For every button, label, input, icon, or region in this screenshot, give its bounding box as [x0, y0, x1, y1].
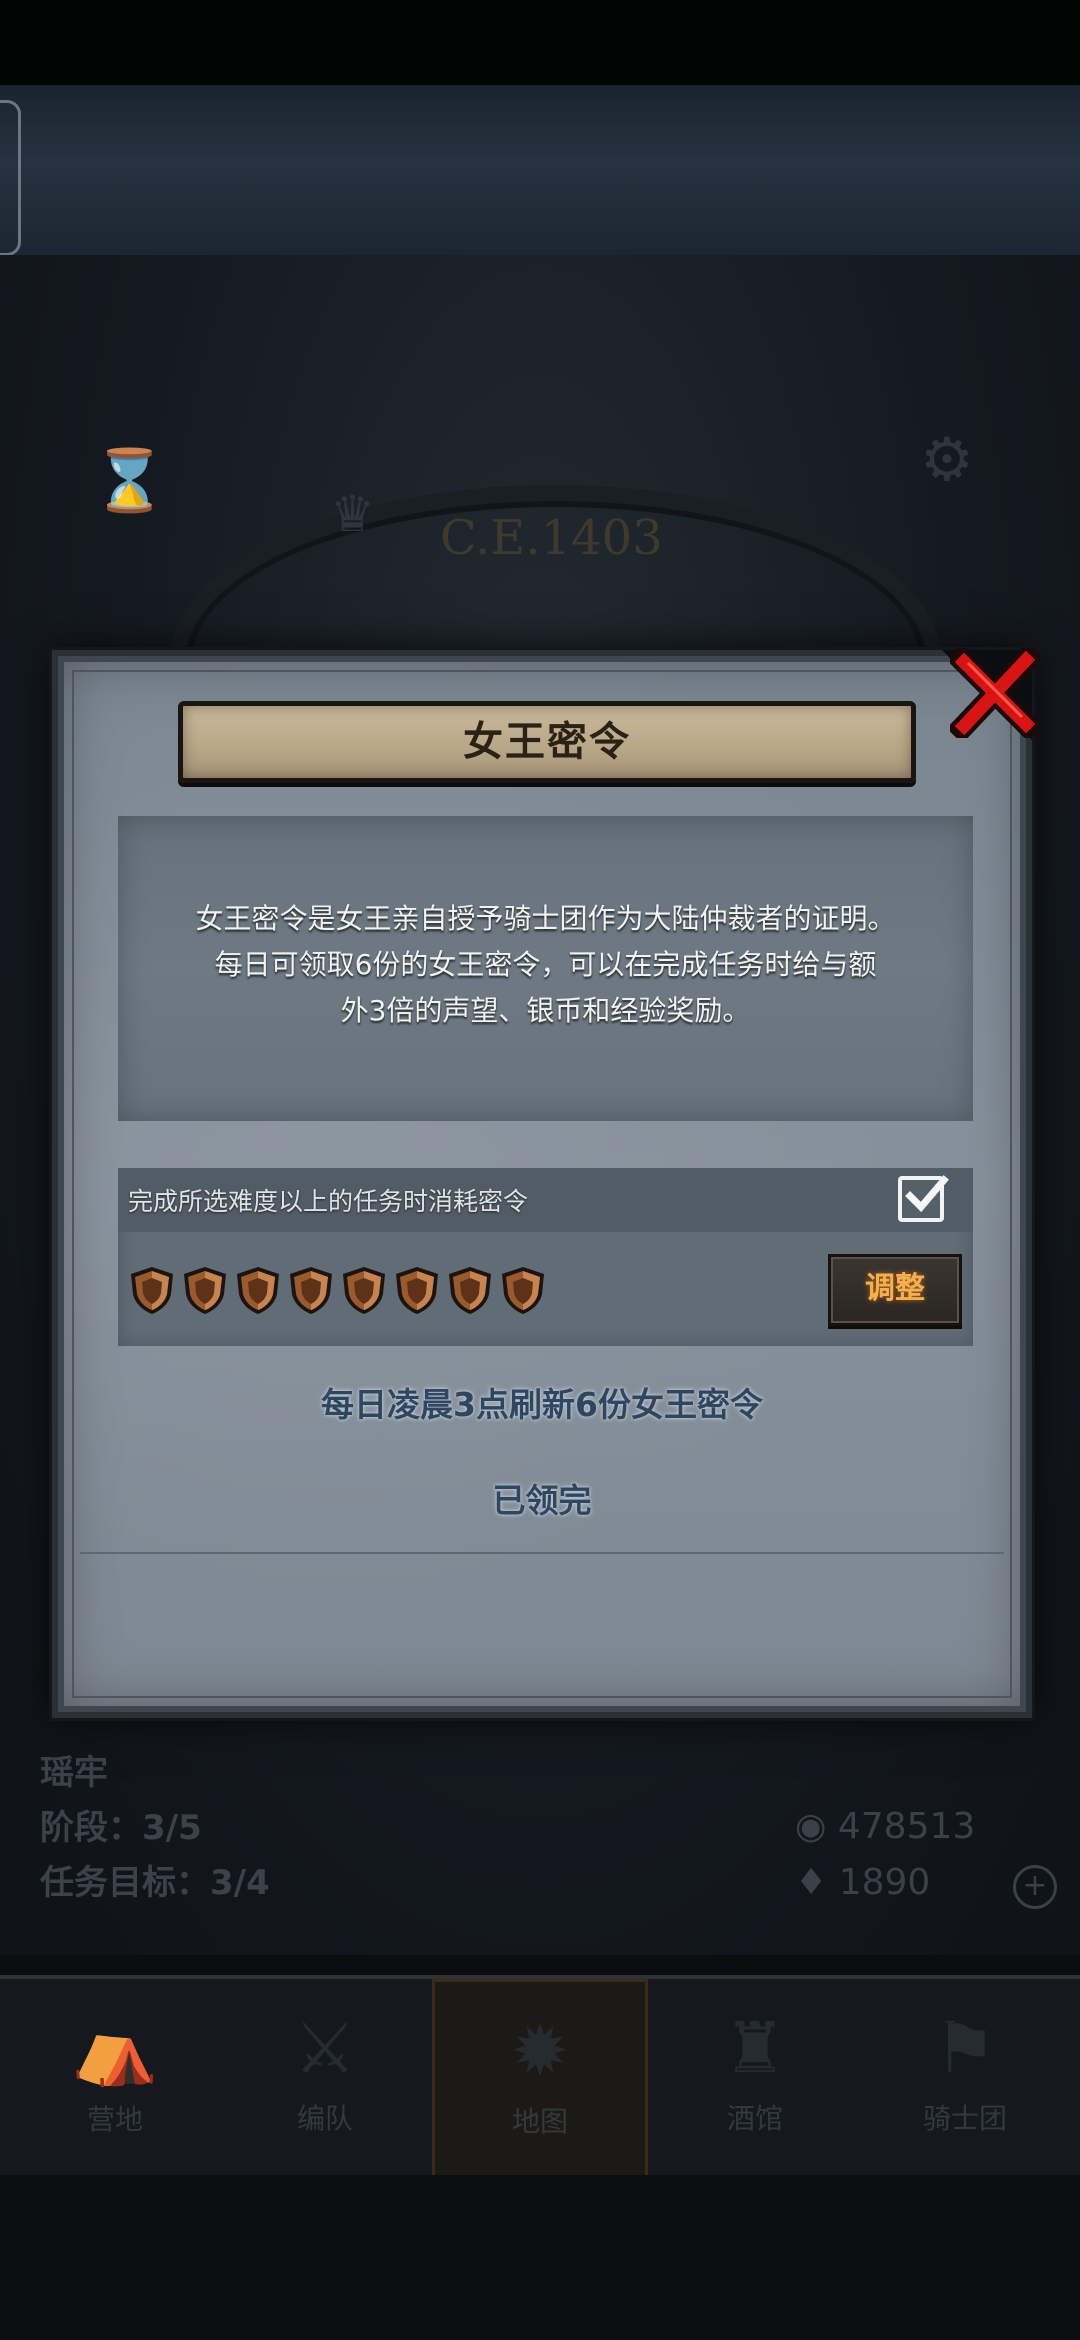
token-shields	[126, 1264, 549, 1316]
silver-value: 478513	[837, 1806, 976, 1847]
status-bar-area	[0, 0, 1080, 85]
gear-icon: ⚙	[920, 425, 974, 495]
bottom-nav: ⛺ 营地 ⚔ 编队 ✹ 地图 ♜ 酒馆 ⚑ 骑士团	[0, 1975, 1080, 2179]
claim-status: 已领完	[492, 1481, 592, 1520]
option-label: 完成所选难度以上的任务时消耗密令	[128, 1187, 529, 1216]
shield-icon	[343, 1267, 385, 1314]
silver-amount: ◉ 478513	[795, 1806, 976, 1847]
token-option-panel: 完成所选难度以上的任务时消耗密令 调整	[118, 1168, 973, 1346]
description-line: 每日可领取6份的女王密令，可以在完成任务时给与额	[214, 948, 877, 981]
description-line: 女王密令是女王亲自授予骑士团作为大陆仲裁者的证明。	[195, 902, 896, 935]
compass-icon: ✹	[510, 2010, 570, 2092]
gem-value: 1890	[838, 1862, 931, 1903]
nav-order[interactable]: ⚑ 骑士团	[865, 1979, 1065, 2179]
shield-icon	[184, 1267, 226, 1314]
dialog-title: 女王密令	[463, 719, 631, 765]
nav-map[interactable]: ✹ 地图	[432, 1979, 648, 2179]
side-handle	[0, 100, 21, 256]
dialog-title-plate: 女王密令	[178, 701, 916, 783]
shield-icon	[290, 1267, 332, 1314]
divider	[80, 1552, 1004, 1554]
shield-icon	[131, 1267, 173, 1314]
consume-token-checkbox[interactable]	[898, 1175, 949, 1222]
nav-label: 地图	[511, 2105, 568, 2138]
nav-label: 骑士团	[922, 2102, 1007, 2135]
gem-amount: ♦ 1890	[795, 1862, 931, 1903]
queen-order-dialog: 女王密令 女王密令是女王亲自授予骑士团作为大陆仲裁者的证明。 每日可领取6份的女…	[52, 650, 1032, 1718]
add-gems-button[interactable]: +	[1013, 1865, 1057, 1909]
camp-icon: ⛺	[71, 2007, 159, 2089]
stage-progress: 阶段：3/5	[40, 1808, 202, 1848]
close-button[interactable]	[946, 642, 1044, 744]
year-label: C.E.1403	[440, 510, 663, 566]
adjust-label: 调整	[865, 1271, 925, 1306]
task-goal: 任务目标：3/4	[40, 1863, 270, 1903]
shield-icon	[396, 1267, 438, 1314]
shield-icon	[449, 1267, 491, 1314]
description-panel: 女王密令是女王亲自授予骑士团作为大陆仲裁者的证明。 每日可领取6份的女王密令，可…	[118, 816, 973, 1121]
checkmark-icon	[905, 1175, 949, 1213]
nav-tavern[interactable]: ♜ 酒馆	[655, 1979, 855, 2179]
description-text: 女王密令是女王亲自授予骑士团作为大陆仲裁者的证明。 每日可领取6份的女王密令，可…	[118, 896, 973, 1034]
close-icon	[946, 642, 1044, 744]
refresh-info: 每日凌晨3点刷新6份女王密令	[321, 1385, 763, 1424]
option-row: 完成所选难度以上的任务时消耗密令	[118, 1168, 973, 1232]
nav-label: 酒馆	[726, 2102, 783, 2135]
description-line: 外3倍的声望、银币和经验奖励。	[340, 994, 751, 1027]
location-name: 瑶牢	[40, 1753, 108, 1793]
adjust-button[interactable]: 调整	[828, 1254, 962, 1326]
team-icon: ⚔	[293, 2007, 357, 2089]
nav-camp[interactable]: ⛺ 营地	[15, 1979, 215, 2179]
shield-icon	[502, 1267, 544, 1314]
nav-label: 编队	[296, 2102, 353, 2135]
nav-team[interactable]: ⚔ 编队	[225, 1979, 425, 2179]
shield-icon	[237, 1267, 279, 1314]
hourglass-icon: ⌛	[92, 446, 167, 516]
crown-icon: ♛	[330, 485, 375, 543]
nav-label: 营地	[86, 2103, 143, 2136]
order-icon: ⚑	[933, 2007, 997, 2089]
bottom-area	[0, 2175, 1080, 2340]
tavern-icon: ♜	[723, 2007, 787, 2089]
top-banner	[0, 85, 1080, 257]
